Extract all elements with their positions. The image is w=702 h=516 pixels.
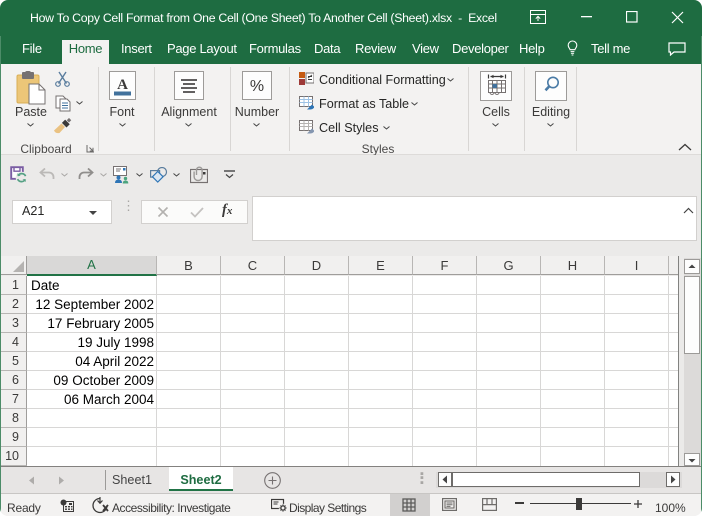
svg-text:%: % (250, 78, 264, 95)
svg-text:A: A (117, 77, 128, 93)
